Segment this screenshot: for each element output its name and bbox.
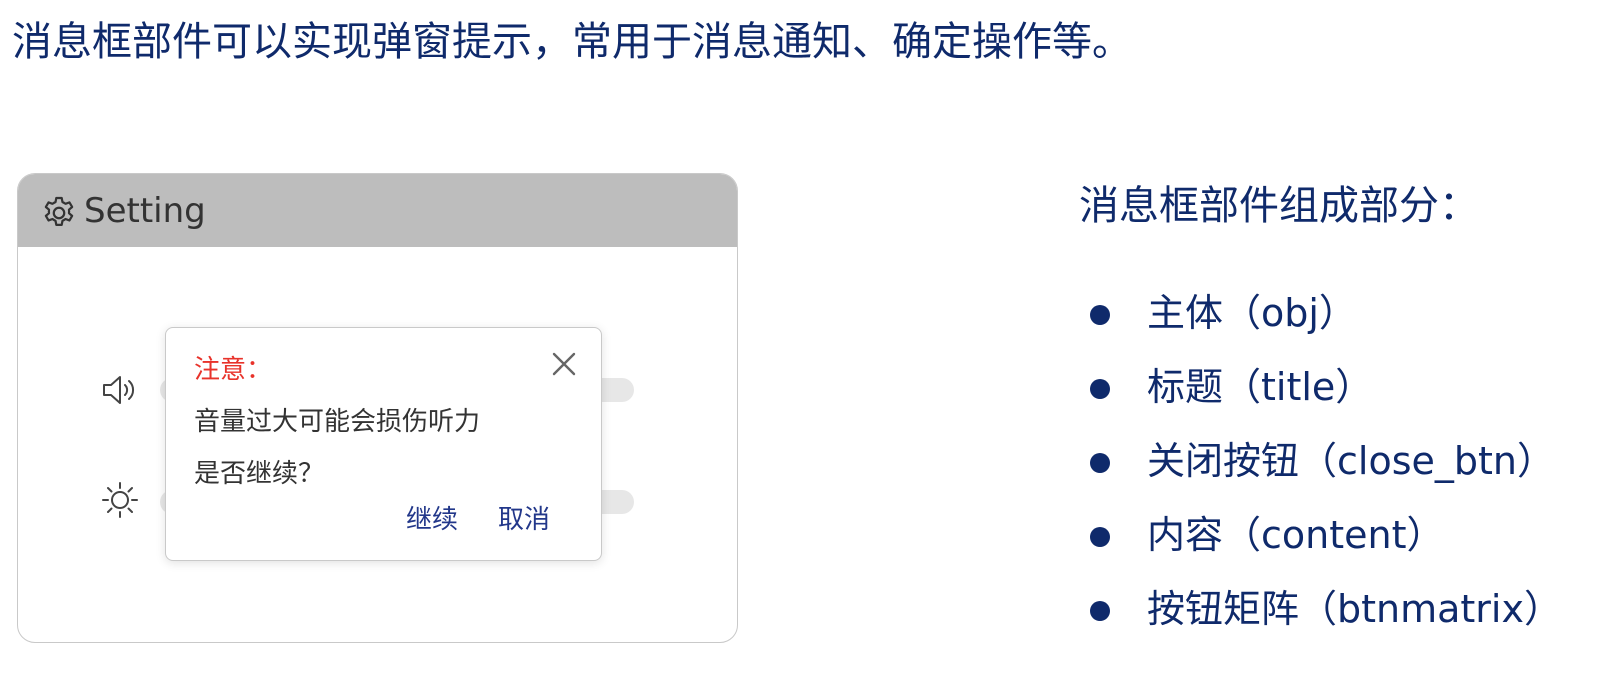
cancel-button[interactable]: 取消: [498, 502, 550, 538]
parts-title: 消息框部件组成部分：: [1079, 183, 1479, 229]
list-item-label: 标题（title）: [1147, 365, 1374, 409]
volume-icon: [103, 376, 135, 404]
msgbox-content-line: 音量过大可能会损伤听力: [194, 407, 481, 437]
bullet-icon: [1090, 379, 1110, 399]
gear-icon[interactable]: [40, 194, 78, 232]
bullet-icon: [1090, 453, 1110, 473]
list-item-label: 内容（content）: [1147, 513, 1445, 557]
list-item-label: 按钮矩阵（btnmatrix）: [1147, 587, 1562, 631]
bullet-icon: [1090, 305, 1110, 325]
continue-button[interactable]: 继续: [406, 502, 458, 538]
list-item-label: 主体（obj）: [1147, 291, 1357, 335]
list-item-label: 关闭按钮（close_btn）: [1147, 439, 1555, 483]
msgbox-content-line: 是否继续？: [194, 459, 325, 489]
bullet-icon: [1090, 601, 1110, 621]
headline: 消息框部件可以实现弹窗提示，常用于消息通知、确定操作等。: [12, 19, 1132, 65]
window-header: Setting: [18, 174, 737, 247]
window-title: Setting: [84, 191, 206, 231]
brightness-icon: [102, 482, 138, 518]
bullet-icon: [1090, 527, 1110, 547]
close-icon[interactable]: [550, 350, 578, 378]
msgbox-title: 注意：: [194, 355, 273, 385]
message-box: 注意： 音量过大可能会损伤听力 是否继续？ 继续 取消: [165, 327, 602, 561]
settings-window: Setting 注意： 音量过大可能会损伤听力 是否继续？ 继续 取消: [17, 173, 738, 643]
